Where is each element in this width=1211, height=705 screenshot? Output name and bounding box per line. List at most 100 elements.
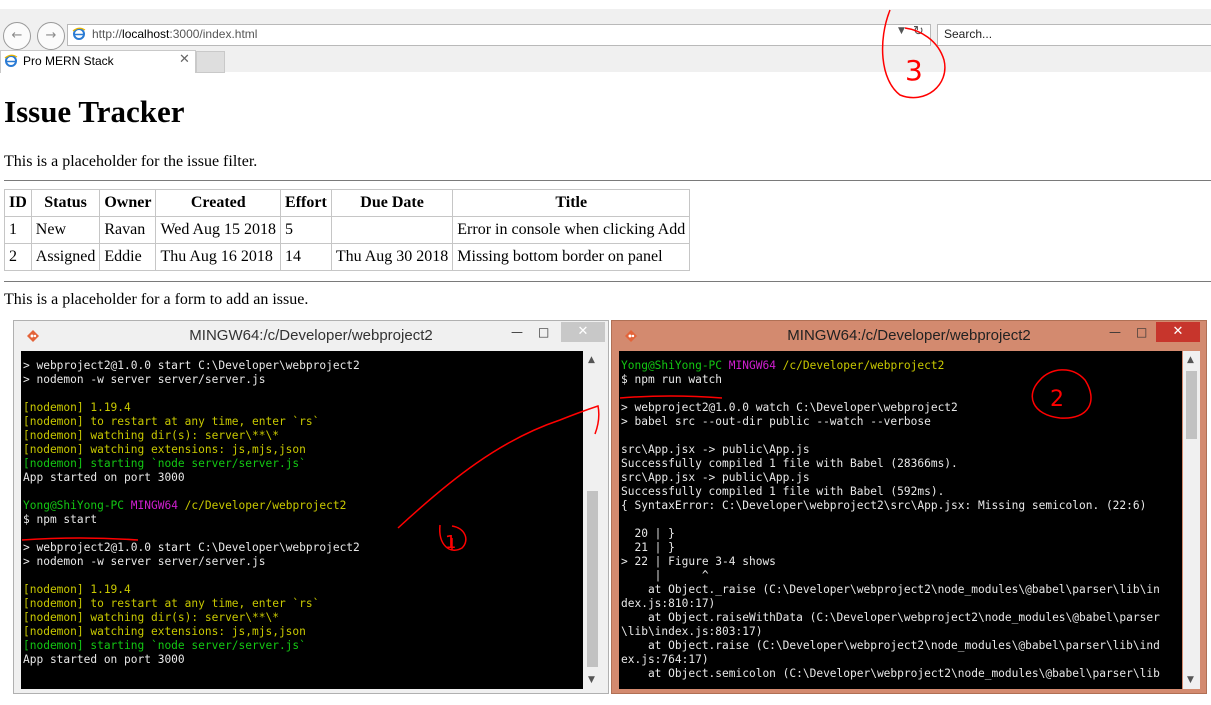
terminal-line: src\App.jsx -> public\App.js	[621, 443, 810, 456]
scroll-down-icon[interactable]: ▼	[1187, 675, 1194, 685]
column-header: Title	[452, 189, 691, 217]
terminal-line: App started on port 3000	[23, 653, 185, 666]
terminal-line: [nodemon] to restart at any time, enter …	[23, 597, 320, 610]
table-row: 1 New Ravan Wed Aug 15 2018 5 Error in consol…	[4, 216, 691, 244]
table-cell: Thu Aug 16 2018	[155, 243, 282, 271]
address-url: http://localhost:3000/index.html	[92, 27, 258, 41]
terminal-window-left[interactable]: MINGW64:/c/Developer/webproject2 — □ ✕ >…	[13, 320, 609, 694]
terminal-line: 20 | }	[621, 527, 675, 540]
terminal-screen[interactable]: Yong@ShiYong-PC MINGW64 /c/Developer/web…	[619, 351, 1182, 689]
scroll-thumb[interactable]	[1186, 371, 1197, 439]
tab-pro-mern-stack[interactable]: Pro MERN Stack ✕	[0, 50, 196, 73]
table-row: 2 Assigned Eddie Thu Aug 16 2018 14 Thu Aug 3…	[4, 243, 691, 271]
table-cell: 5	[280, 216, 332, 244]
issue-table: ID Status Owner Created Effort Due Date Title …	[4, 189, 691, 271]
ie-icon	[72, 27, 86, 40]
forward-button[interactable]: →	[37, 22, 65, 50]
table-cell: Thu Aug 30 2018	[330, 243, 454, 271]
column-header: Owner	[99, 189, 157, 217]
ie-icon	[4, 54, 18, 67]
terminal-line: [nodemon] watching dir(s): server\**\*	[23, 611, 279, 624]
scroll-down-icon[interactable]: ▼	[588, 675, 595, 685]
scroll-thumb[interactable]	[587, 491, 598, 667]
terminal-line: at Object._raise (C:\Developer\webprojec…	[621, 583, 1160, 596]
add-placeholder: This is a placeholder for a form to add …	[4, 291, 309, 308]
table-header-row: ID Status Owner Created Effort Due Date Title	[4, 189, 691, 217]
column-header: Created	[155, 189, 282, 217]
scrollbar[interactable]: ▲ ▼	[584, 351, 601, 689]
search-box[interactable]: Search...	[937, 24, 1211, 46]
table-cell: Error in console when clicking Add	[452, 216, 691, 244]
terminal-line: Yong@ShiYong-PC MINGW64 /c/Developer/web…	[621, 359, 945, 372]
maximize-icon[interactable]: □	[1136, 325, 1147, 339]
address-bar[interactable]: http://localhost:3000/index.html ▼ ↻	[67, 24, 931, 46]
terminal-line: > nodemon -w server server/server.js	[23, 373, 266, 386]
terminal-line: [nodemon] watching dir(s): server\**\*	[23, 429, 279, 442]
scrollbar[interactable]: ▲ ▼	[1183, 351, 1200, 689]
terminal-line: \lib\index.js:803:17)	[621, 625, 763, 638]
terminal-line: ex.js:764:17)	[621, 653, 709, 666]
table-cell: 14	[280, 243, 332, 271]
table-cell: Missing bottom border on panel	[452, 243, 691, 271]
back-button[interactable]: ←	[3, 22, 31, 50]
terminal-line: [nodemon] 1.19.4	[23, 401, 131, 414]
column-header: ID	[4, 189, 32, 217]
terminal-screen[interactable]: > webproject2@1.0.0 start C:\Developer\w…	[21, 351, 583, 689]
forward-arrow-icon: →	[45, 28, 57, 43]
column-header: Due Date	[330, 189, 454, 217]
terminal-line: at Object.raiseWithData (C:\Developer\we…	[621, 611, 1160, 624]
terminal-line: > webproject2@1.0.0 watch C:\Developer\w…	[621, 401, 958, 414]
terminal-line: > 22 | Figure 3-4 shows	[621, 555, 776, 568]
terminal-line: > babel src --out-dir public --watch --v…	[621, 415, 931, 428]
scroll-up-icon[interactable]: ▲	[1187, 355, 1194, 365]
terminal-line: at Object.raise (C:\Developer\webproject…	[621, 639, 1160, 652]
tab-close-icon[interactable]: ✕	[179, 52, 190, 67]
table-cell: 1	[4, 216, 32, 244]
tab-title: Pro MERN Stack	[23, 54, 114, 68]
page-title: Issue Tracker	[4, 94, 185, 129]
new-tab-button[interactable]	[196, 51, 225, 73]
maximize-icon[interactable]: □	[538, 325, 549, 339]
close-icon: ✕	[1172, 324, 1184, 339]
minimize-icon[interactable]: —	[511, 325, 523, 339]
terminal-line: [nodemon] watching extensions: js,mjs,js…	[23, 625, 306, 638]
terminal-line: > webproject2@1.0.0 start C:\Developer\w…	[23, 359, 360, 372]
title-strip	[0, 0, 1211, 9]
terminal-line: [nodemon] 1.19.4	[23, 583, 131, 596]
terminal-line: [nodemon] starting `node server/server.j…	[23, 457, 306, 470]
scroll-up-icon[interactable]: ▲	[588, 355, 595, 365]
terminal-line: Successfully compiled 1 file with Babel …	[621, 485, 945, 498]
terminal-line: [nodemon] to restart at any time, enter …	[23, 415, 320, 428]
refresh-icon[interactable]: ↻	[913, 24, 924, 39]
terminal-output: Yong@ShiYong-PC MINGW64 /c/Developer/web…	[621, 359, 1160, 681]
table-cell: Assigned	[30, 243, 101, 271]
address-dropdown-icon[interactable]: ▼	[898, 26, 905, 36]
close-button[interactable]: ✕	[561, 322, 605, 342]
minimize-icon[interactable]: —	[1109, 325, 1121, 339]
terminal-line: at Object.semicolon (C:\Developer\webpro…	[621, 667, 1160, 680]
terminal-line: Successfully compiled 1 file with Babel …	[621, 457, 958, 470]
terminal-line: dex.js:810:17)	[621, 597, 716, 610]
terminal-line: 21 | }	[621, 541, 675, 554]
search-placeholder: Search...	[944, 27, 993, 41]
close-button[interactable]: ✕	[1156, 322, 1200, 342]
filter-placeholder: This is a placeholder for the issue filt…	[4, 153, 258, 170]
terminal-window-right[interactable]: MINGW64:/c/Developer/webproject2 — □ ✕ Y…	[611, 320, 1207, 694]
close-icon: ✕	[577, 324, 589, 339]
terminal-line: src\App.jsx -> public\App.js	[621, 471, 810, 484]
terminal-output: > webproject2@1.0.0 start C:\Developer\w…	[23, 359, 360, 667]
terminal-line: > webproject2@1.0.0 start C:\Developer\w…	[23, 541, 360, 554]
terminal-line: Yong@ShiYong-PC MINGW64 /c/Developer/web…	[23, 499, 347, 512]
terminal-line: $ npm run watch	[621, 373, 723, 386]
terminal-line: [nodemon] watching extensions: js,mjs,js…	[23, 443, 306, 456]
column-header: Status	[30, 189, 101, 217]
table-cell: Wed Aug 15 2018	[155, 216, 282, 244]
terminal-line: | ^	[621, 569, 709, 582]
table-cell: New	[30, 216, 101, 244]
divider	[4, 281, 1211, 282]
